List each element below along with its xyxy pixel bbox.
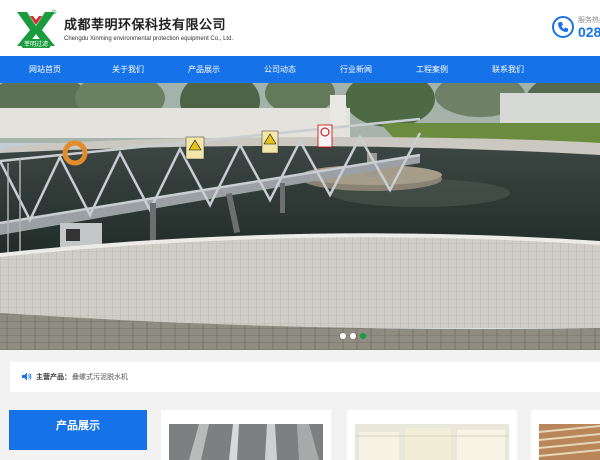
hotline-number: 028 [578, 24, 600, 40]
banner-dot[interactable] [340, 333, 346, 339]
product-image [539, 424, 600, 460]
banner-pagination [340, 333, 366, 339]
phone-icon [552, 16, 574, 38]
sidebar-title: 产品展示 [9, 410, 147, 450]
speaker-icon [22, 372, 32, 381]
product-card[interactable] [161, 410, 331, 460]
nav-company-news[interactable]: 公司动态 [242, 56, 318, 83]
company-name-en: Chengdu Xinming environmental protection… [64, 36, 234, 42]
company-name-cn: 成都莘明环保科技有限公司 [64, 18, 227, 33]
company-logo[interactable]: 莘明过滤 [14, 8, 58, 50]
main-products-link[interactable]: 叠螺式污泥脱水机 [72, 372, 128, 382]
main-nav: 网站首页 关于我们 产品展示 公司动态 行业新闻 工程案例 联系我们 [0, 56, 600, 83]
nav-industry-news[interactable]: 行业新闻 [318, 56, 394, 83]
product-image [355, 424, 509, 460]
product-card[interactable] [531, 410, 600, 460]
nav-home[interactable]: 网站首页 [0, 56, 90, 83]
nav-about[interactable]: 关于我们 [90, 56, 166, 83]
main-products-label: 主营产品： [36, 373, 71, 381]
main-products-bar: 主营产品： 叠螺式污泥脱水机 [10, 362, 600, 392]
nav-contact[interactable]: 联系我们 [470, 56, 546, 83]
nav-products[interactable]: 产品展示 [166, 56, 242, 83]
company-name-block: 成都莘明环保科技有限公司 Chengdu Xinming environment… [64, 14, 233, 42]
banner-dot-active[interactable] [360, 333, 366, 339]
banner-photo [0, 83, 600, 350]
hotline: 服务热线 028 [552, 14, 600, 44]
hero-banner[interactable] [0, 83, 600, 350]
nav-cases[interactable]: 工程案例 [394, 56, 470, 83]
banner-dot[interactable] [350, 333, 356, 339]
product-image [169, 424, 323, 460]
logo-text: 莘明过滤 [24, 40, 48, 48]
product-card[interactable] [347, 410, 517, 460]
site-header: 莘明过滤 成都莘明环保科技有限公司 Chengdu Xinming enviro… [0, 0, 600, 56]
